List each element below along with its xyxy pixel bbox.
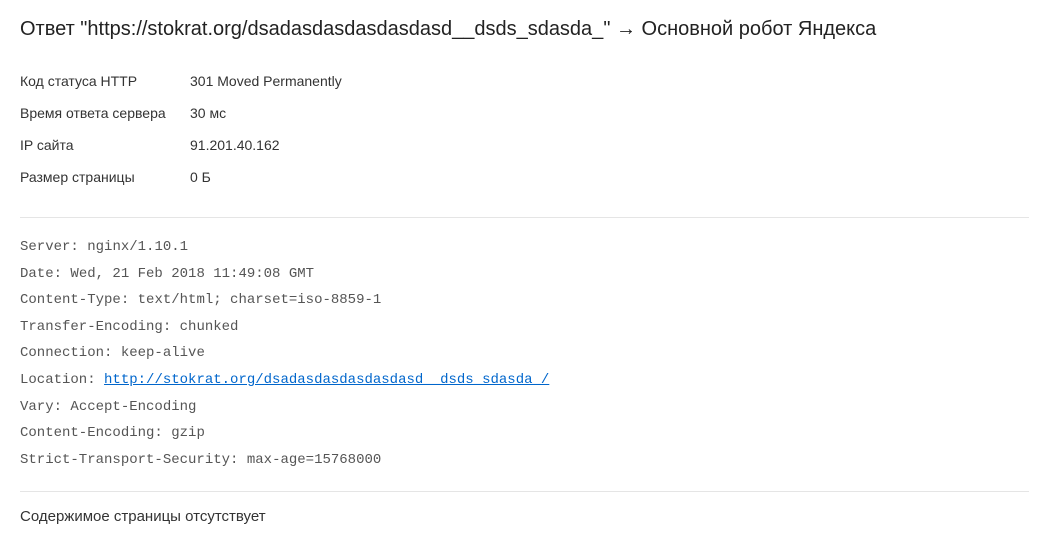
content-missing-message: Содержимое страницы отсутствует — [20, 508, 1029, 525]
header-name: Connection — [20, 345, 104, 361]
info-row: Размер страницы 0 Б — [20, 161, 1029, 193]
location-link[interactable]: http://stokrat.org/dsadasdasdasdasdasd__… — [104, 372, 549, 388]
header-value: text/html; charset=iso-8859-1 — [138, 292, 382, 308]
header-line: Date: Wed, 21 Feb 2018 11:49:08 GMT — [20, 261, 1029, 288]
title-suffix: " → Основной робот Яндекса — [603, 18, 876, 40]
divider — [20, 491, 1029, 492]
header-line: Strict-Transport-Security: max-age=15768… — [20, 447, 1029, 474]
header-line: Content-Encoding: gzip — [20, 420, 1029, 447]
divider — [20, 217, 1029, 218]
http-headers: Server: nginx/1.10.1 Date: Wed, 21 Feb 2… — [20, 234, 1029, 473]
info-row: Время ответа сервера 30 мс — [20, 97, 1029, 129]
page-title: Ответ "https://stokrat.org/dsadasdasdasd… — [20, 18, 1029, 41]
header-name: Content-Type — [20, 292, 121, 308]
header-value: max-age=15768000 — [247, 452, 381, 468]
info-table: Код статуса HTTP 301 Moved Permanently В… — [20, 65, 1029, 193]
header-value: chunked — [180, 319, 239, 335]
header-name: Transfer-Encoding — [20, 319, 163, 335]
info-row: IP сайта 91.201.40.162 — [20, 129, 1029, 161]
header-value: Wed, 21 Feb 2018 11:49:08 GMT — [70, 266, 314, 282]
title-prefix: Ответ " — [20, 18, 87, 40]
header-value: Accept-Encoding — [70, 399, 196, 415]
header-name: Location — [20, 372, 87, 388]
header-value: keep-alive — [121, 345, 205, 361]
info-value-status: 301 Moved Permanently — [190, 73, 342, 89]
info-label-response-time: Время ответа сервера — [20, 105, 190, 121]
info-label-ip: IP сайта — [20, 137, 190, 153]
info-value-response-time: 30 мс — [190, 105, 226, 121]
title-url: https://stokrat.org/dsadasdasdasdasdasd_… — [87, 18, 603, 40]
header-line: Location: http://stokrat.org/dsadasdasda… — [20, 367, 1029, 394]
header-name: Strict-Transport-Security — [20, 452, 230, 468]
header-value: nginx/1.10.1 — [87, 239, 188, 255]
header-line: Content-Type: text/html; charset=iso-885… — [20, 287, 1029, 314]
header-name: Content-Encoding — [20, 425, 154, 441]
header-line: Server: nginx/1.10.1 — [20, 234, 1029, 261]
header-name: Vary — [20, 399, 54, 415]
header-line: Connection: keep-alive — [20, 340, 1029, 367]
header-line: Transfer-Encoding: chunked — [20, 314, 1029, 341]
info-label-size: Размер страницы — [20, 169, 190, 185]
header-value: gzip — [171, 425, 205, 441]
header-name: Date — [20, 266, 54, 282]
info-value-size: 0 Б — [190, 169, 211, 185]
header-line: Vary: Accept-Encoding — [20, 394, 1029, 421]
info-label-status: Код статуса HTTP — [20, 73, 190, 89]
header-name: Server — [20, 239, 70, 255]
info-value-ip: 91.201.40.162 — [190, 137, 280, 153]
info-row: Код статуса HTTP 301 Moved Permanently — [20, 65, 1029, 97]
